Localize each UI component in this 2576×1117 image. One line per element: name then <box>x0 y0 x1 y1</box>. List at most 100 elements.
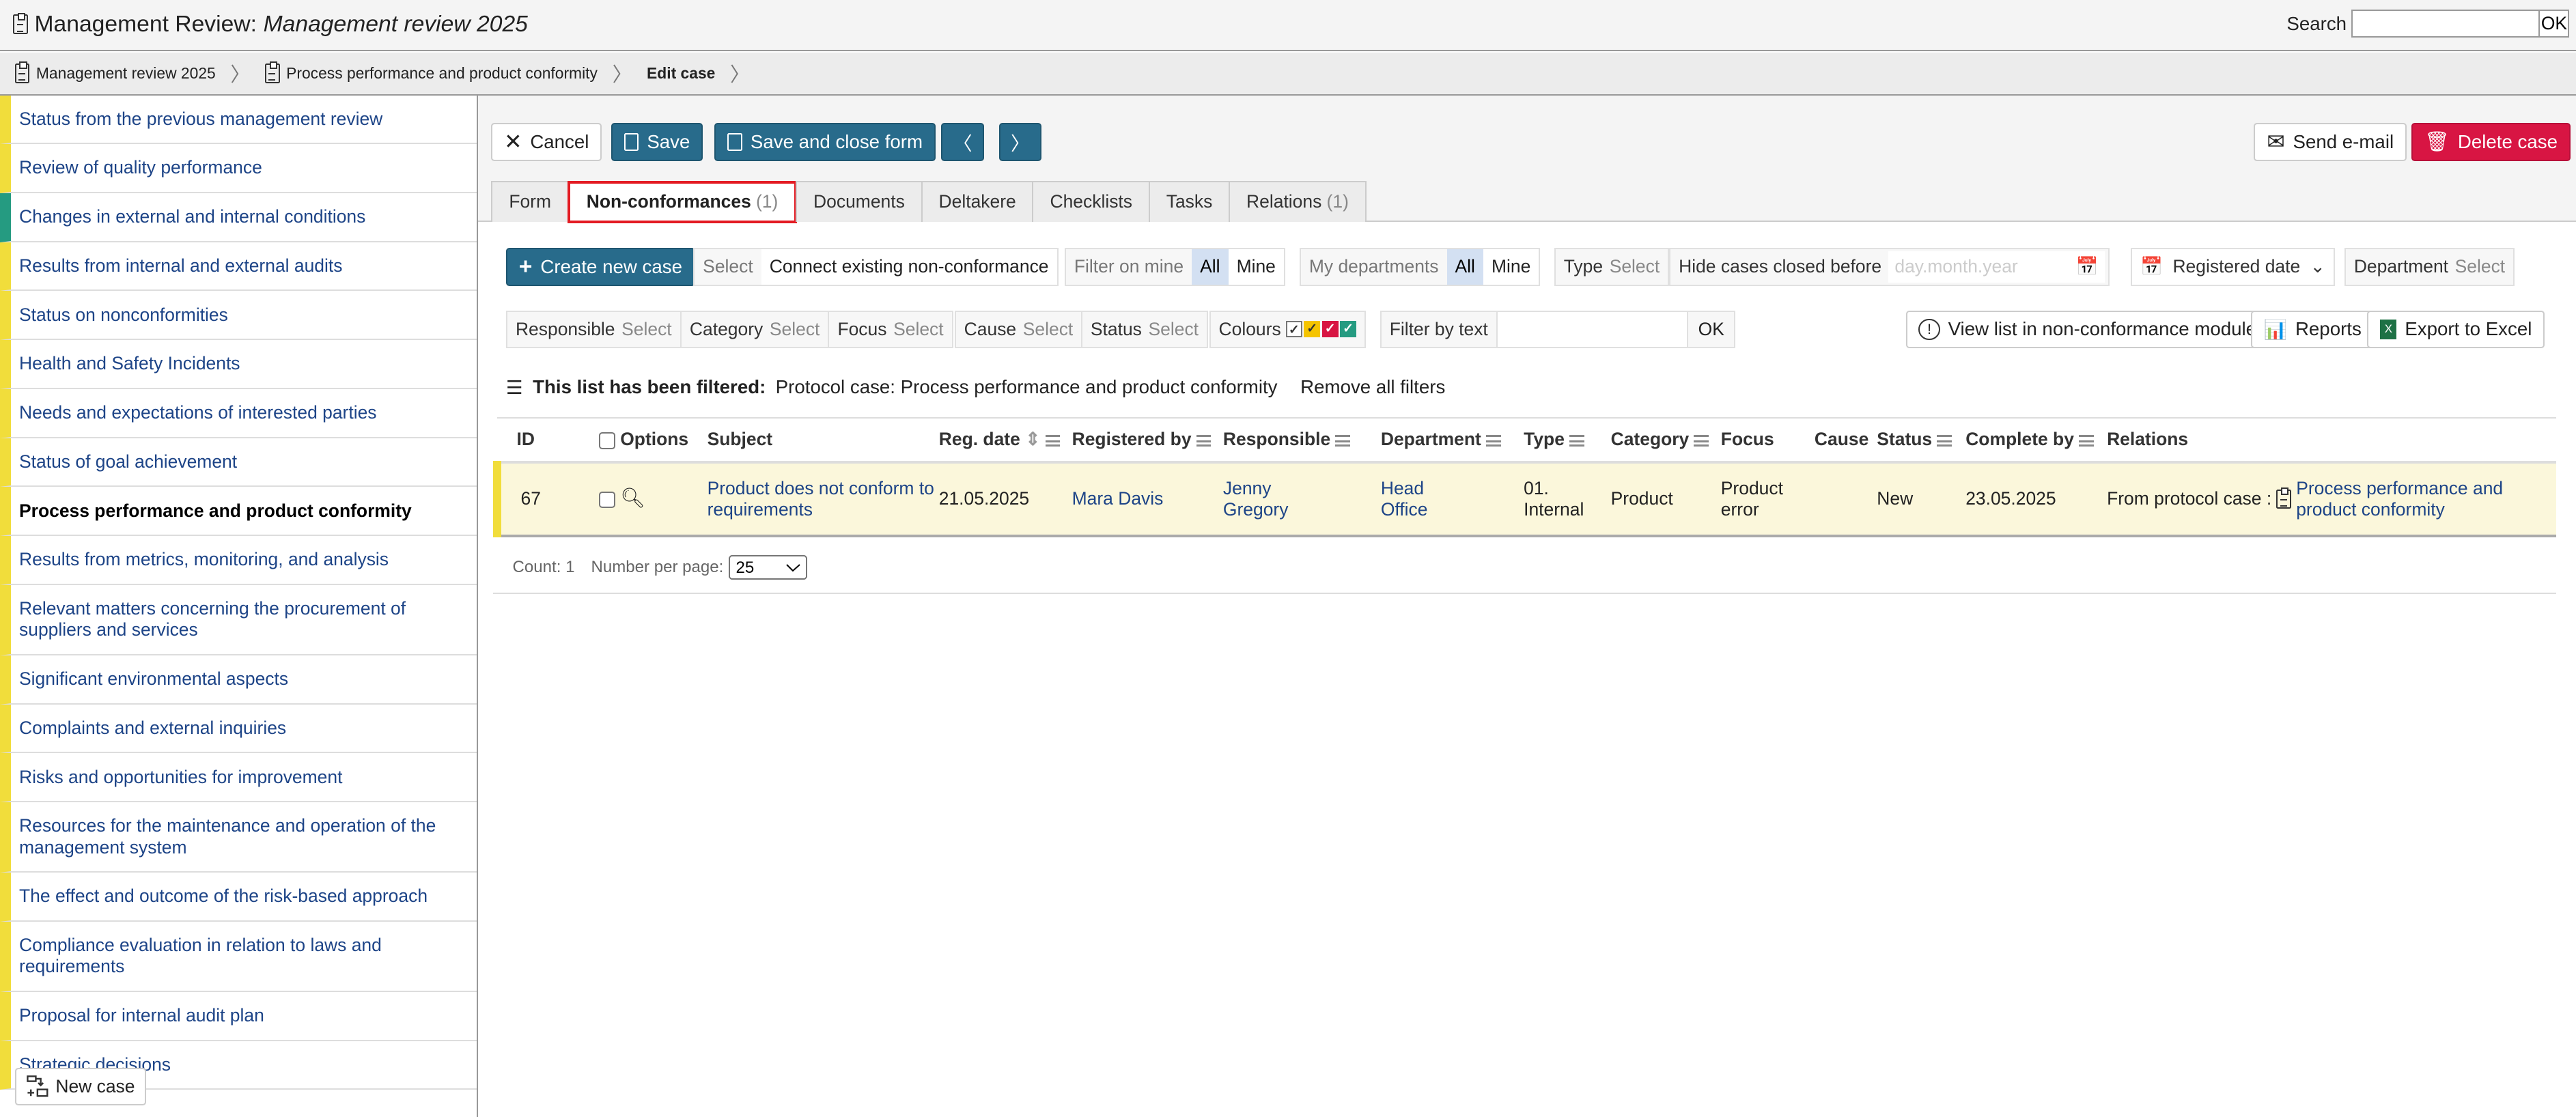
send-email-button[interactable]: ✉Send e-mail <box>2254 123 2406 160</box>
col-type[interactable]: Type <box>1520 418 1607 462</box>
sort-icon[interactable]: ⇕ <box>1025 429 1040 449</box>
sidebar-item[interactable]: Resources for the maintenance and operat… <box>0 802 477 873</box>
sidebar-item[interactable]: Changes in external and internal conditi… <box>0 193 477 242</box>
colour-green-checkbox[interactable]: ✓ <box>1340 321 1356 337</box>
filter-icon[interactable] <box>1046 435 1061 447</box>
connect-existing-button[interactable]: Connect existing non-conformance <box>761 249 1057 284</box>
export-excel-button[interactable]: XExport to Excel <box>2367 311 2545 348</box>
sidebar-item[interactable]: Status on nonconformities <box>0 291 477 340</box>
save-and-close-button[interactable]: Save and close form <box>714 123 935 160</box>
breadcrumb-item[interactable]: Management review 2025 <box>36 64 216 83</box>
col-id[interactable]: ID <box>497 418 596 462</box>
focus-filter[interactable]: FocusSelect <box>828 311 953 348</box>
tab-form[interactable]: Form <box>491 181 569 222</box>
sidebar-item[interactable]: Process performance and product conformi… <box>0 487 477 536</box>
category-filter[interactable]: CategorySelect <box>680 311 830 348</box>
sidebar-item[interactable]: The effect and outcome of the risk-based… <box>0 873 477 922</box>
sidebar-item[interactable]: Complaints and external inquiries <box>0 705 477 754</box>
cancel-button[interactable]: ✕Cancel <box>491 123 602 160</box>
col-status[interactable]: Status <box>1874 418 1963 462</box>
per-page-select[interactable]: 25 <box>729 555 807 580</box>
previous-button[interactable]: 〈 <box>941 123 984 160</box>
responsible-link[interactable]: Jenny Gregory <box>1223 478 1289 520</box>
create-new-case-button[interactable]: +Create new case <box>506 248 695 285</box>
tab-documents[interactable]: Documents <box>796 181 923 222</box>
responsible-filter[interactable]: ResponsibleSelect <box>506 311 682 348</box>
sidebar-item[interactable]: Status from the previous management revi… <box>0 96 477 145</box>
col-category[interactable]: Category <box>1608 418 1718 462</box>
col-relations[interactable]: Relations <box>2103 418 2556 462</box>
filter-mine-all[interactable]: All <box>1192 249 1228 284</box>
search-ok-button[interactable]: OK <box>2540 11 2568 36</box>
filter-mine-mine[interactable]: Mine <box>1229 249 1284 284</box>
filter-icon[interactable] <box>2079 435 2094 447</box>
select-all-checkbox[interactable] <box>599 432 615 449</box>
subject-link[interactable]: Product does not conform to requirements <box>708 478 934 520</box>
sidebar-item[interactable]: Results from internal and external audit… <box>0 242 477 292</box>
date-input[interactable]: day.month.year📅 <box>1888 251 2105 283</box>
responsible-select: Select <box>621 319 672 340</box>
col-subject[interactable]: Subject <box>704 418 936 462</box>
col-complete-by[interactable]: Complete by <box>1962 418 2103 462</box>
tab-checklists[interactable]: Checklists <box>1032 181 1150 222</box>
departments-mine[interactable]: Mine <box>1483 249 1539 284</box>
sidebar-item[interactable]: Review of quality performance <box>0 144 477 193</box>
breadcrumb-item[interactable]: Process performance and product conformi… <box>286 64 598 83</box>
filter-text-ok-button[interactable]: OK <box>1688 312 1734 347</box>
relation-link[interactable]: Process performance and product conformi… <box>2296 478 2556 521</box>
tab-deltakere[interactable]: Deltakere <box>921 181 1034 222</box>
col-cause[interactable]: Cause <box>1811 418 1873 462</box>
filter-icon[interactable] <box>1335 435 1350 447</box>
sidebar-item[interactable]: Needs and expectations of interested par… <box>0 389 477 438</box>
filter-icon[interactable] <box>1694 435 1709 447</box>
tab-count: (1) <box>1327 191 1349 212</box>
sidebar-item[interactable]: Health and Safety Incidents <box>0 340 477 389</box>
sidebar-item[interactable]: Compliance evaluation in relation to law… <box>0 922 477 992</box>
sort-select[interactable]: 📅Registered date⌄ <box>2131 248 2335 285</box>
save-button[interactable]: Save <box>611 123 703 160</box>
new-case-button[interactable]: New case <box>15 1068 146 1105</box>
colour-red-checkbox[interactable]: ✓ <box>1322 321 1339 337</box>
filter-text-input[interactable] <box>1498 312 1687 347</box>
sidebar-item[interactable]: Relevant matters concerning the procurem… <box>0 585 477 655</box>
sidebar-item[interactable]: Status of goal achievement <box>0 438 477 487</box>
sidebar-item[interactable]: Proposal for internal audit plan <box>0 992 477 1041</box>
department-filter[interactable]: DepartmentSelect <box>2344 248 2515 285</box>
cause-filter[interactable]: CauseSelect <box>955 311 1083 348</box>
sidebar-item[interactable]: Risks and opportunities for improvement <box>0 753 477 802</box>
col-focus[interactable]: Focus <box>1718 418 1811 462</box>
filter-icon[interactable] <box>1937 435 1952 447</box>
colour-yellow-checkbox[interactable]: ✓ <box>1304 321 1320 337</box>
registered-by-label: Registered by <box>1072 429 1192 449</box>
table-row[interactable]: 67 🔍︎ Product does not conform to requir… <box>497 462 2556 536</box>
sidebar-item[interactable]: Results from metrics, monitoring, and an… <box>0 536 477 585</box>
col-department[interactable]: Department <box>1377 418 1520 462</box>
colour-white-checkbox[interactable]: ✓ <box>1286 321 1302 337</box>
reports-button[interactable]: 📊Reports <box>2251 311 2375 348</box>
departments-all[interactable]: All <box>1447 249 1483 284</box>
row-checkbox[interactable] <box>599 492 615 508</box>
department-link[interactable]: Head Office <box>1381 478 1428 520</box>
status-filter[interactable]: StatusSelect <box>1081 311 1208 348</box>
delete-case-button[interactable]: 🗑Delete case <box>2411 123 2570 160</box>
col-reg-date[interactable]: Reg. date ⇕ <box>936 418 1069 462</box>
filter-icon[interactable] <box>1196 435 1212 447</box>
remove-all-filters-link[interactable]: Remove all filters <box>1300 376 1445 398</box>
filter-icon[interactable] <box>1569 435 1584 447</box>
sidebar-item[interactable]: Significant environmental aspects <box>0 655 477 705</box>
tab-non-conformances[interactable]: Non-conformances(1) <box>568 181 798 224</box>
col-responsible[interactable]: Responsible <box>1220 418 1377 462</box>
next-button[interactable]: 〉 <box>999 123 1042 160</box>
type-filter[interactable]: TypeSelect <box>1554 248 1670 285</box>
calendar-icon[interactable]: 📅 <box>2076 256 2099 277</box>
search-input[interactable] <box>2353 11 2540 36</box>
tab-relations[interactable]: Relations(1) <box>1229 181 1367 222</box>
registered-by-link[interactable]: Mara Davis <box>1072 488 1164 509</box>
chevron-right-icon: 〉 <box>730 59 750 87</box>
preview-search-icon[interactable]: 🔍︎ <box>620 487 645 509</box>
filter-icon[interactable] <box>1486 435 1501 447</box>
view-list-button[interactable]: !View list in non-conformance module <box>1906 311 2269 348</box>
page-title: Management Review: Management review 202… <box>13 12 528 38</box>
col-registered-by[interactable]: Registered by <box>1069 418 1220 462</box>
tab-tasks[interactable]: Tasks <box>1149 181 1231 222</box>
